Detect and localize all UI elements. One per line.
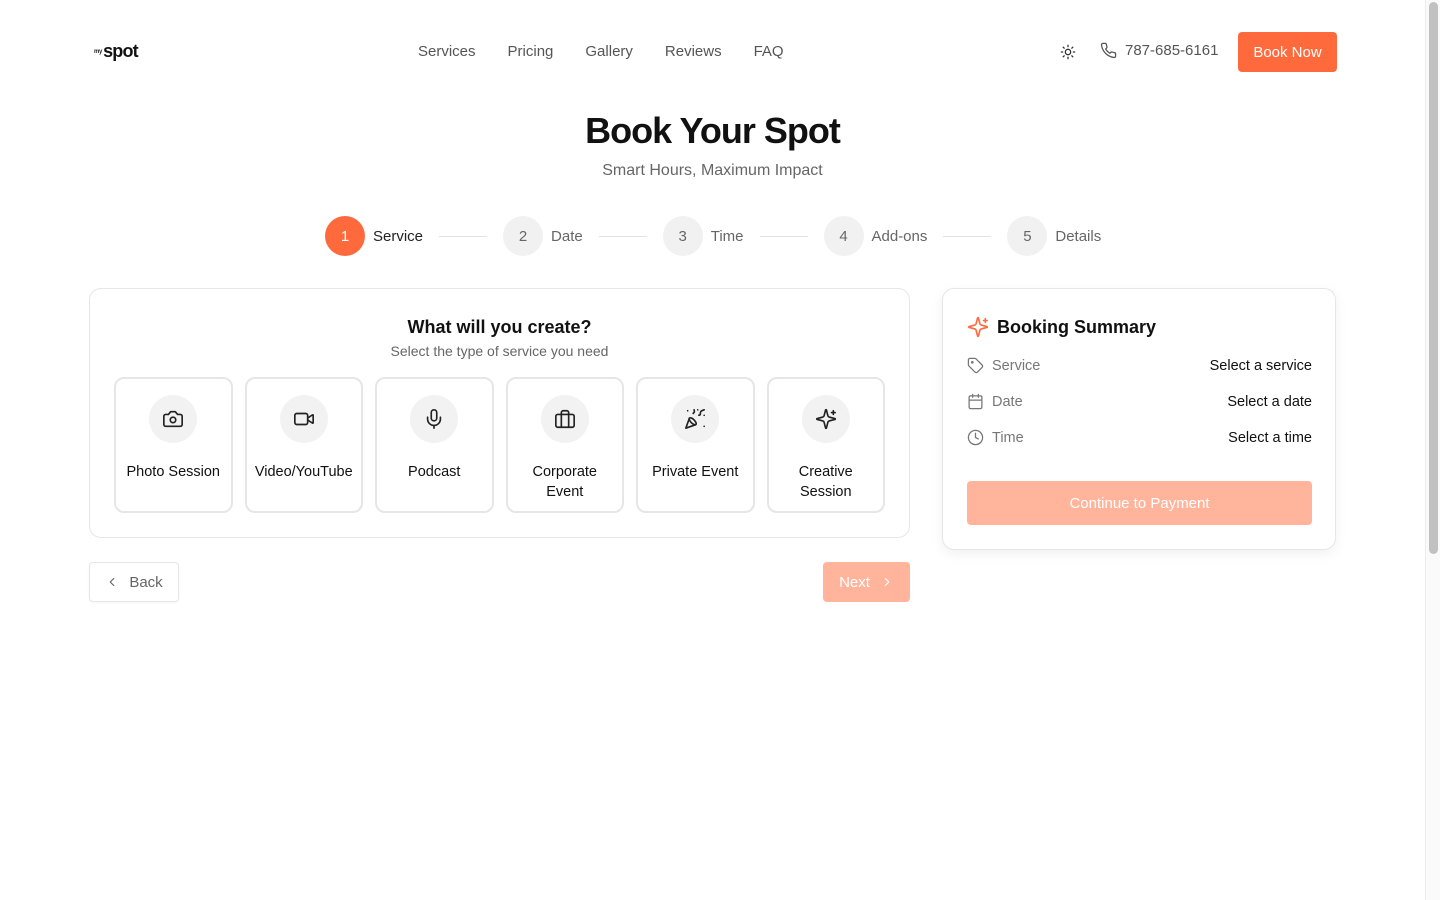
option-label: Creative Session: [798, 464, 853, 500]
continue-to-payment-button[interactable]: Continue to Payment: [967, 481, 1312, 525]
summary-row-service: Service Select a service: [967, 357, 1312, 374]
logo-wordmark: spot: [103, 41, 139, 61]
step-number: 2: [503, 216, 544, 256]
camera-icon: [163, 410, 184, 428]
option-icon-wrap: [410, 395, 459, 443]
party-popper-icon: [685, 409, 706, 429]
next-label: Next: [839, 573, 870, 591]
nav-link-faq[interactable]: FAQ: [754, 42, 784, 62]
nav-link-gallery[interactable]: Gallery: [585, 42, 633, 62]
service-option-creative-session[interactable]: Creative Session: [766, 377, 885, 513]
phone-number: 787-685-6161: [1125, 42, 1219, 59]
logo[interactable]: my spot: [94, 41, 139, 61]
scrollbar-thumb[interactable]: [1429, 2, 1438, 554]
main-nav: Services Pricing Gallery Reviews FAQ: [418, 42, 784, 62]
option-icon-wrap: [149, 395, 198, 443]
back-button[interactable]: Back: [89, 562, 179, 602]
site-header: my spot Services Pricing Gallery Reviews…: [0, 0, 1425, 104]
tag-icon: [967, 357, 984, 374]
step-label: Time: [710, 227, 744, 245]
page-title: Book Your Spot: [585, 110, 841, 151]
step-add-ons[interactable]: 4 Add-ons: [823, 216, 928, 256]
step-number: 4: [823, 216, 864, 256]
step-date[interactable]: 2 Date: [503, 216, 583, 256]
book-now-button[interactable]: Book Now: [1238, 32, 1337, 72]
summary-row-label: Service: [992, 357, 1041, 374]
summary-title: Booking Summary: [997, 316, 1157, 337]
page-scrollbar[interactable]: [1425, 0, 1440, 900]
summary-row-label: Date: [992, 393, 1023, 410]
back-label: Back: [129, 573, 163, 591]
option-icon-wrap: [279, 395, 328, 443]
step-number: 3: [662, 216, 703, 256]
service-option-video-youtube[interactable]: Video/YouTube: [244, 377, 363, 513]
phone-icon: [1100, 42, 1117, 59]
summary-row-value: Select a date: [1227, 393, 1312, 410]
chevron-right-icon: [884, 577, 890, 587]
step-connector: [598, 235, 647, 237]
option-icon-wrap: [671, 395, 720, 443]
page-subtitle: Smart Hours, Maximum Impact: [602, 162, 823, 179]
clock-icon: [967, 429, 984, 446]
service-options: Photo Session Video/YouTube Podcast Corp…: [114, 377, 885, 513]
step-service[interactable]: 1 Service: [325, 216, 423, 256]
sparkles-icon: [815, 408, 836, 430]
service-selection-card: What will you create? Select the type of…: [89, 288, 910, 538]
theme-toggle-button[interactable]: [1058, 42, 1078, 62]
step-label: Add-ons: [871, 227, 928, 245]
summary-row-label: Time: [992, 429, 1024, 446]
step-connector: [943, 235, 992, 237]
option-icon-wrap: [540, 395, 589, 443]
nav-link-reviews[interactable]: Reviews: [665, 42, 722, 62]
booking-stepper: 1 Service 2 Date 3 Time 4 Add-ons 5 Deta…: [325, 216, 1101, 256]
step-details[interactable]: 5 Details: [1007, 216, 1101, 256]
summary-row-date: Date Select a date: [967, 393, 1312, 410]
step-connector: [759, 235, 808, 237]
summary-row-time: Time Select a time: [967, 429, 1312, 446]
option-label: Photo Session: [126, 464, 220, 480]
sparkles-icon: [967, 316, 989, 338]
logo-prefix: my: [94, 49, 103, 55]
step-time[interactable]: 3 Time: [662, 216, 744, 256]
briefcase-icon: [554, 409, 575, 429]
option-icon-wrap: [801, 395, 850, 443]
summary-header: Booking Summary: [967, 316, 1156, 338]
option-label: Private Event: [652, 464, 739, 480]
calendar-icon: [968, 393, 983, 410]
option-label: Corporate Event: [532, 464, 597, 500]
step-label: Date: [551, 227, 583, 245]
step-label: Details: [1055, 227, 1102, 245]
step-label: Service: [373, 227, 424, 245]
card-title: What will you create?: [407, 317, 592, 337]
step-number: 1: [325, 216, 365, 256]
service-option-private-event[interactable]: Private Event: [636, 377, 755, 513]
card-subtitle: Select the type of service you need: [390, 343, 609, 359]
service-option-corporate-event[interactable]: Corporate Event: [505, 377, 624, 513]
option-label: Podcast: [408, 464, 461, 480]
nav-link-services[interactable]: Services: [418, 42, 476, 62]
booking-summary-card: Booking Summary Service Select a service…: [942, 288, 1336, 550]
step-number: 5: [1007, 216, 1048, 256]
step-connector: [439, 235, 488, 237]
option-label: Video/YouTube: [254, 464, 353, 480]
phone-link[interactable]: 787-685-6161: [1100, 42, 1218, 59]
summary-row-value: Select a service: [1209, 357, 1312, 374]
summary-row-value: Select a time: [1228, 429, 1312, 446]
next-button[interactable]: Next: [823, 562, 910, 602]
nav-link-pricing[interactable]: Pricing: [508, 42, 554, 62]
microphone-icon: [427, 409, 442, 429]
chevron-left-icon: [109, 577, 115, 587]
service-option-photo-session[interactable]: Photo Session: [114, 377, 233, 513]
video-icon: [293, 412, 314, 426]
sun-icon: [1060, 44, 1076, 60]
service-option-podcast[interactable]: Podcast: [375, 377, 494, 513]
